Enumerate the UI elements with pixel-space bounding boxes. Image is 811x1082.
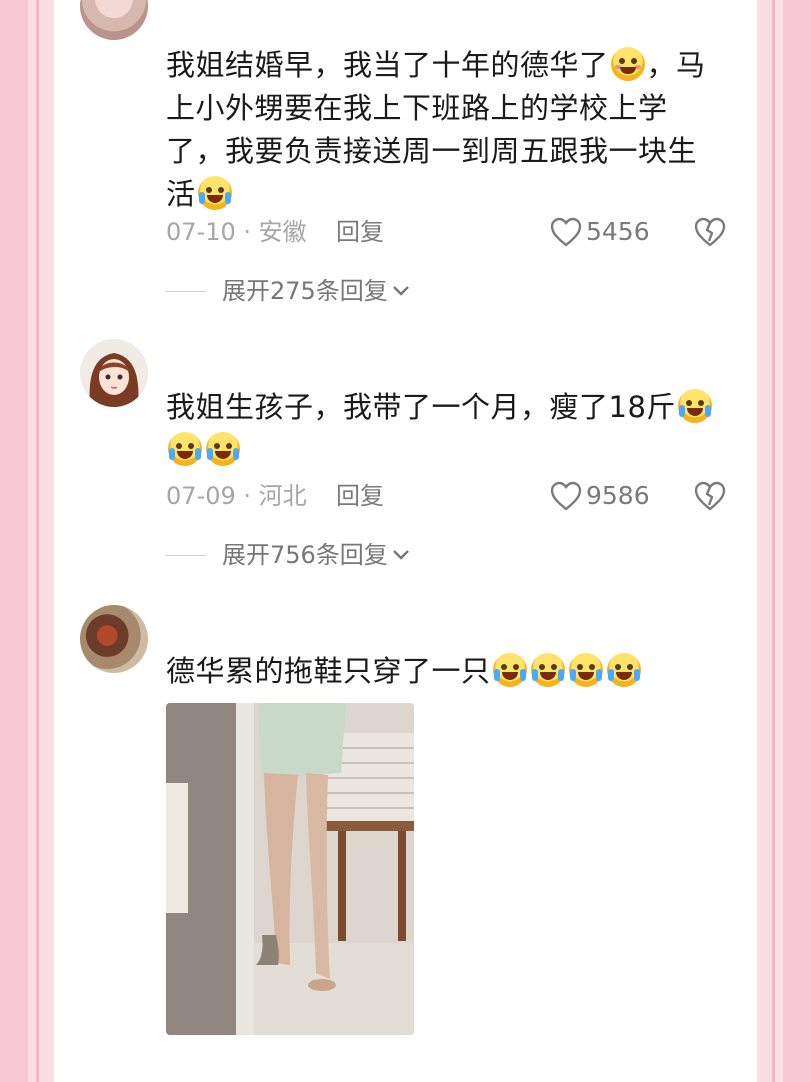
laugh-cry-emoji (568, 653, 603, 687)
comment-text-line: 活 (166, 177, 196, 211)
photo-legs-slippers (166, 703, 414, 1035)
comment-date: 07-09 (166, 482, 236, 510)
divider (166, 290, 206, 292)
comment-text-line: 了，我要负责接送周一到周五跟我一块生 (166, 134, 698, 168)
reply-button[interactable]: 回复 (336, 479, 384, 513)
meta-separator: · (243, 482, 252, 510)
avatar[interactable] (80, 0, 148, 40)
happy-emoji (610, 47, 645, 81)
laugh-cry-emoji (492, 653, 527, 687)
comment-text: 我姐生孩子，我带了一个月，瘦了18斤 (166, 386, 726, 472)
chevron-down-icon (392, 286, 409, 296)
comment-photo[interactable] (166, 703, 414, 1035)
laugh-cry-emoji (206, 432, 240, 466)
like-button[interactable]: 5456 (550, 215, 650, 249)
laugh-cry-emoji (530, 653, 565, 687)
laugh-cry-emoji (677, 389, 712, 423)
laugh-cry-emoji (168, 432, 202, 466)
expand-replies-label: 展开756条回复 (222, 541, 388, 569)
comment-text-line: 我姐生孩子，我带了一个月，瘦了18斤 (166, 390, 676, 424)
broken-heart-icon[interactable] (694, 217, 726, 247)
like-count: 9586 (586, 481, 650, 510)
comment-meta: 07-09 · 河北 (166, 479, 307, 513)
expand-replies-button[interactable]: 展开275条回复 (166, 274, 410, 308)
comment-text-line: 上小外甥要在我上下班路上的学校上学 (166, 91, 668, 125)
comment-date: 07-10 (166, 218, 236, 246)
meta-separator: · (243, 218, 252, 246)
comment-text: 德华累的拖鞋只穿了一只 (166, 650, 726, 693)
comment-text-line: 德华累的拖鞋只穿了一只 (166, 654, 491, 688)
chevron-down-icon (392, 550, 409, 560)
comment-list: 我姐结婚早，我当了十年的德华了 ，马 上小外甥要在我上下班路上的学校上学 了，我要… (54, 0, 757, 1082)
like-count: 5456 (586, 217, 650, 246)
comment-text: 我姐结婚早，我当了十年的德华了 ，马 上小外甥要在我上下班路上的学校上学 了，我要… (166, 44, 726, 216)
laugh-cry-emoji (197, 176, 232, 210)
comment-location: 河北 (258, 482, 307, 510)
expand-replies-label: 展开275条回复 (222, 277, 388, 305)
laugh-cry-emoji (606, 653, 641, 687)
comment-text-line: 我姐结婚早，我当了十年的德华了 (166, 48, 609, 82)
avatar[interactable] (80, 339, 148, 407)
avatar[interactable] (80, 605, 148, 673)
reply-button[interactable]: 回复 (336, 215, 384, 249)
comment-meta: 07-10 · 安徽 (166, 215, 307, 249)
broken-heart-icon[interactable] (694, 481, 726, 511)
heart-icon (550, 481, 582, 511)
frame-stripe (36, 0, 39, 1082)
heart-icon (550, 217, 582, 247)
comment-location: 安徽 (258, 218, 307, 246)
comment-text-line: ，马 (646, 48, 706, 82)
divider (166, 554, 206, 556)
expand-replies-button[interactable]: 展开756条回复 (166, 538, 410, 572)
like-button[interactable]: 9586 (550, 479, 650, 513)
frame-stripe (772, 0, 775, 1082)
avatar-girl-icon (80, 339, 148, 407)
